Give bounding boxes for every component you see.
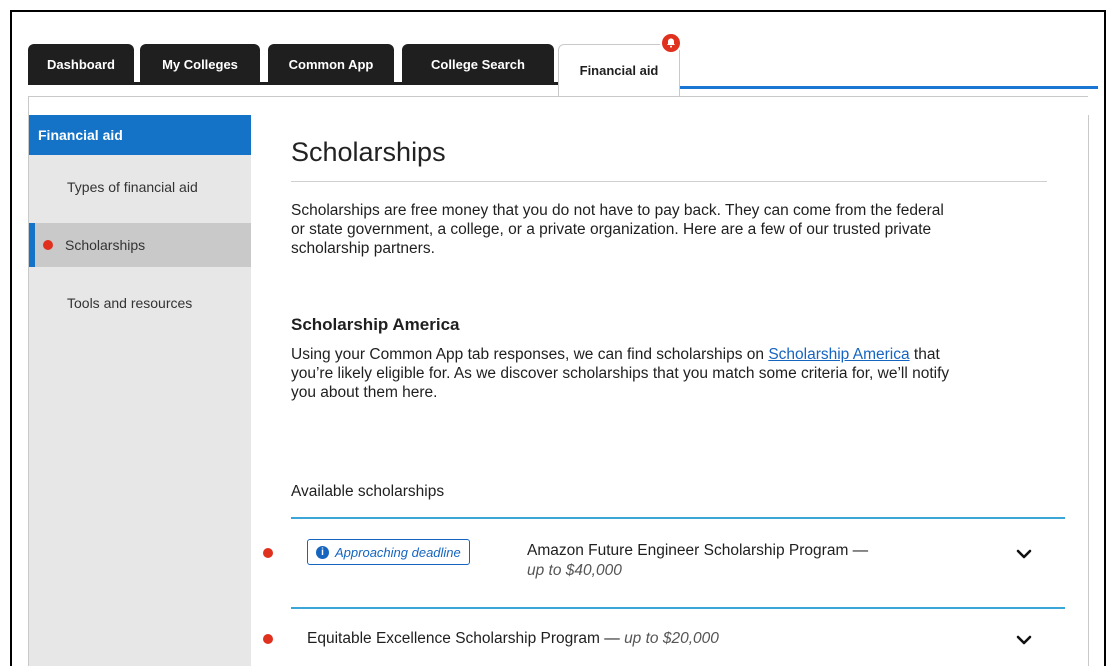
scholarship-america-link[interactable]: Scholarship America bbox=[768, 346, 909, 363]
content-area: Financial aid Types of financial aid Sch… bbox=[28, 96, 1089, 666]
top-tab-bar: Dashboard My Colleges Common App College… bbox=[28, 44, 1098, 96]
sidebar-item-scholarships[interactable]: Scholarships bbox=[29, 223, 271, 267]
sidebar-item-types-of-financial-aid[interactable]: Types of financial aid bbox=[29, 165, 251, 209]
list-item[interactable]: i Approaching deadline Amazon Future Eng… bbox=[263, 539, 1065, 589]
notification-bell-icon[interactable] bbox=[660, 32, 682, 54]
list-divider bbox=[291, 607, 1065, 609]
section-text: Using your Common App tab responses, we … bbox=[291, 346, 950, 401]
title-divider bbox=[291, 181, 1047, 182]
list-item[interactable]: Equitable Excellence Scholarship Program… bbox=[263, 629, 1065, 659]
section-title: Scholarship America bbox=[291, 315, 460, 334]
scholarship-name: Equitable Excellence Scholarship Program… bbox=[307, 630, 719, 647]
tab-my-colleges[interactable]: My Colleges bbox=[140, 44, 260, 84]
list-divider bbox=[291, 517, 1065, 519]
info-icon: i bbox=[316, 545, 329, 559]
chevron-down-icon[interactable] bbox=[1013, 629, 1035, 651]
approaching-deadline-badge: i Approaching deadline bbox=[307, 539, 470, 565]
scholarship-name: Amazon Future Engineer Scholarship Progr… bbox=[527, 542, 869, 579]
chevron-down-icon[interactable] bbox=[1013, 543, 1035, 565]
sidebar: Financial aid Types of financial aid Sch… bbox=[29, 115, 271, 666]
intro-text: Scholarships are free money that you do … bbox=[291, 202, 944, 257]
tab-financial-aid[interactable]: Financial aid bbox=[558, 44, 680, 96]
tab-dashboard[interactable]: Dashboard bbox=[28, 44, 134, 84]
page-title: Scholarships bbox=[291, 137, 446, 167]
tab-underline-blue bbox=[678, 86, 1098, 89]
alert-dot-icon bbox=[43, 240, 53, 250]
available-scholarships-title: Available scholarships bbox=[291, 483, 445, 500]
alert-dot-icon bbox=[263, 634, 273, 644]
main-panel: Scholarships Scholarships are free money… bbox=[251, 115, 1089, 666]
tab-common-app[interactable]: Common App bbox=[268, 44, 394, 84]
alert-dot-icon bbox=[263, 548, 273, 558]
tab-college-search[interactable]: College Search bbox=[402, 44, 554, 84]
sidebar-item-tools-and-resources[interactable]: Tools and resources bbox=[29, 281, 251, 325]
sidebar-header[interactable]: Financial aid bbox=[29, 115, 251, 155]
